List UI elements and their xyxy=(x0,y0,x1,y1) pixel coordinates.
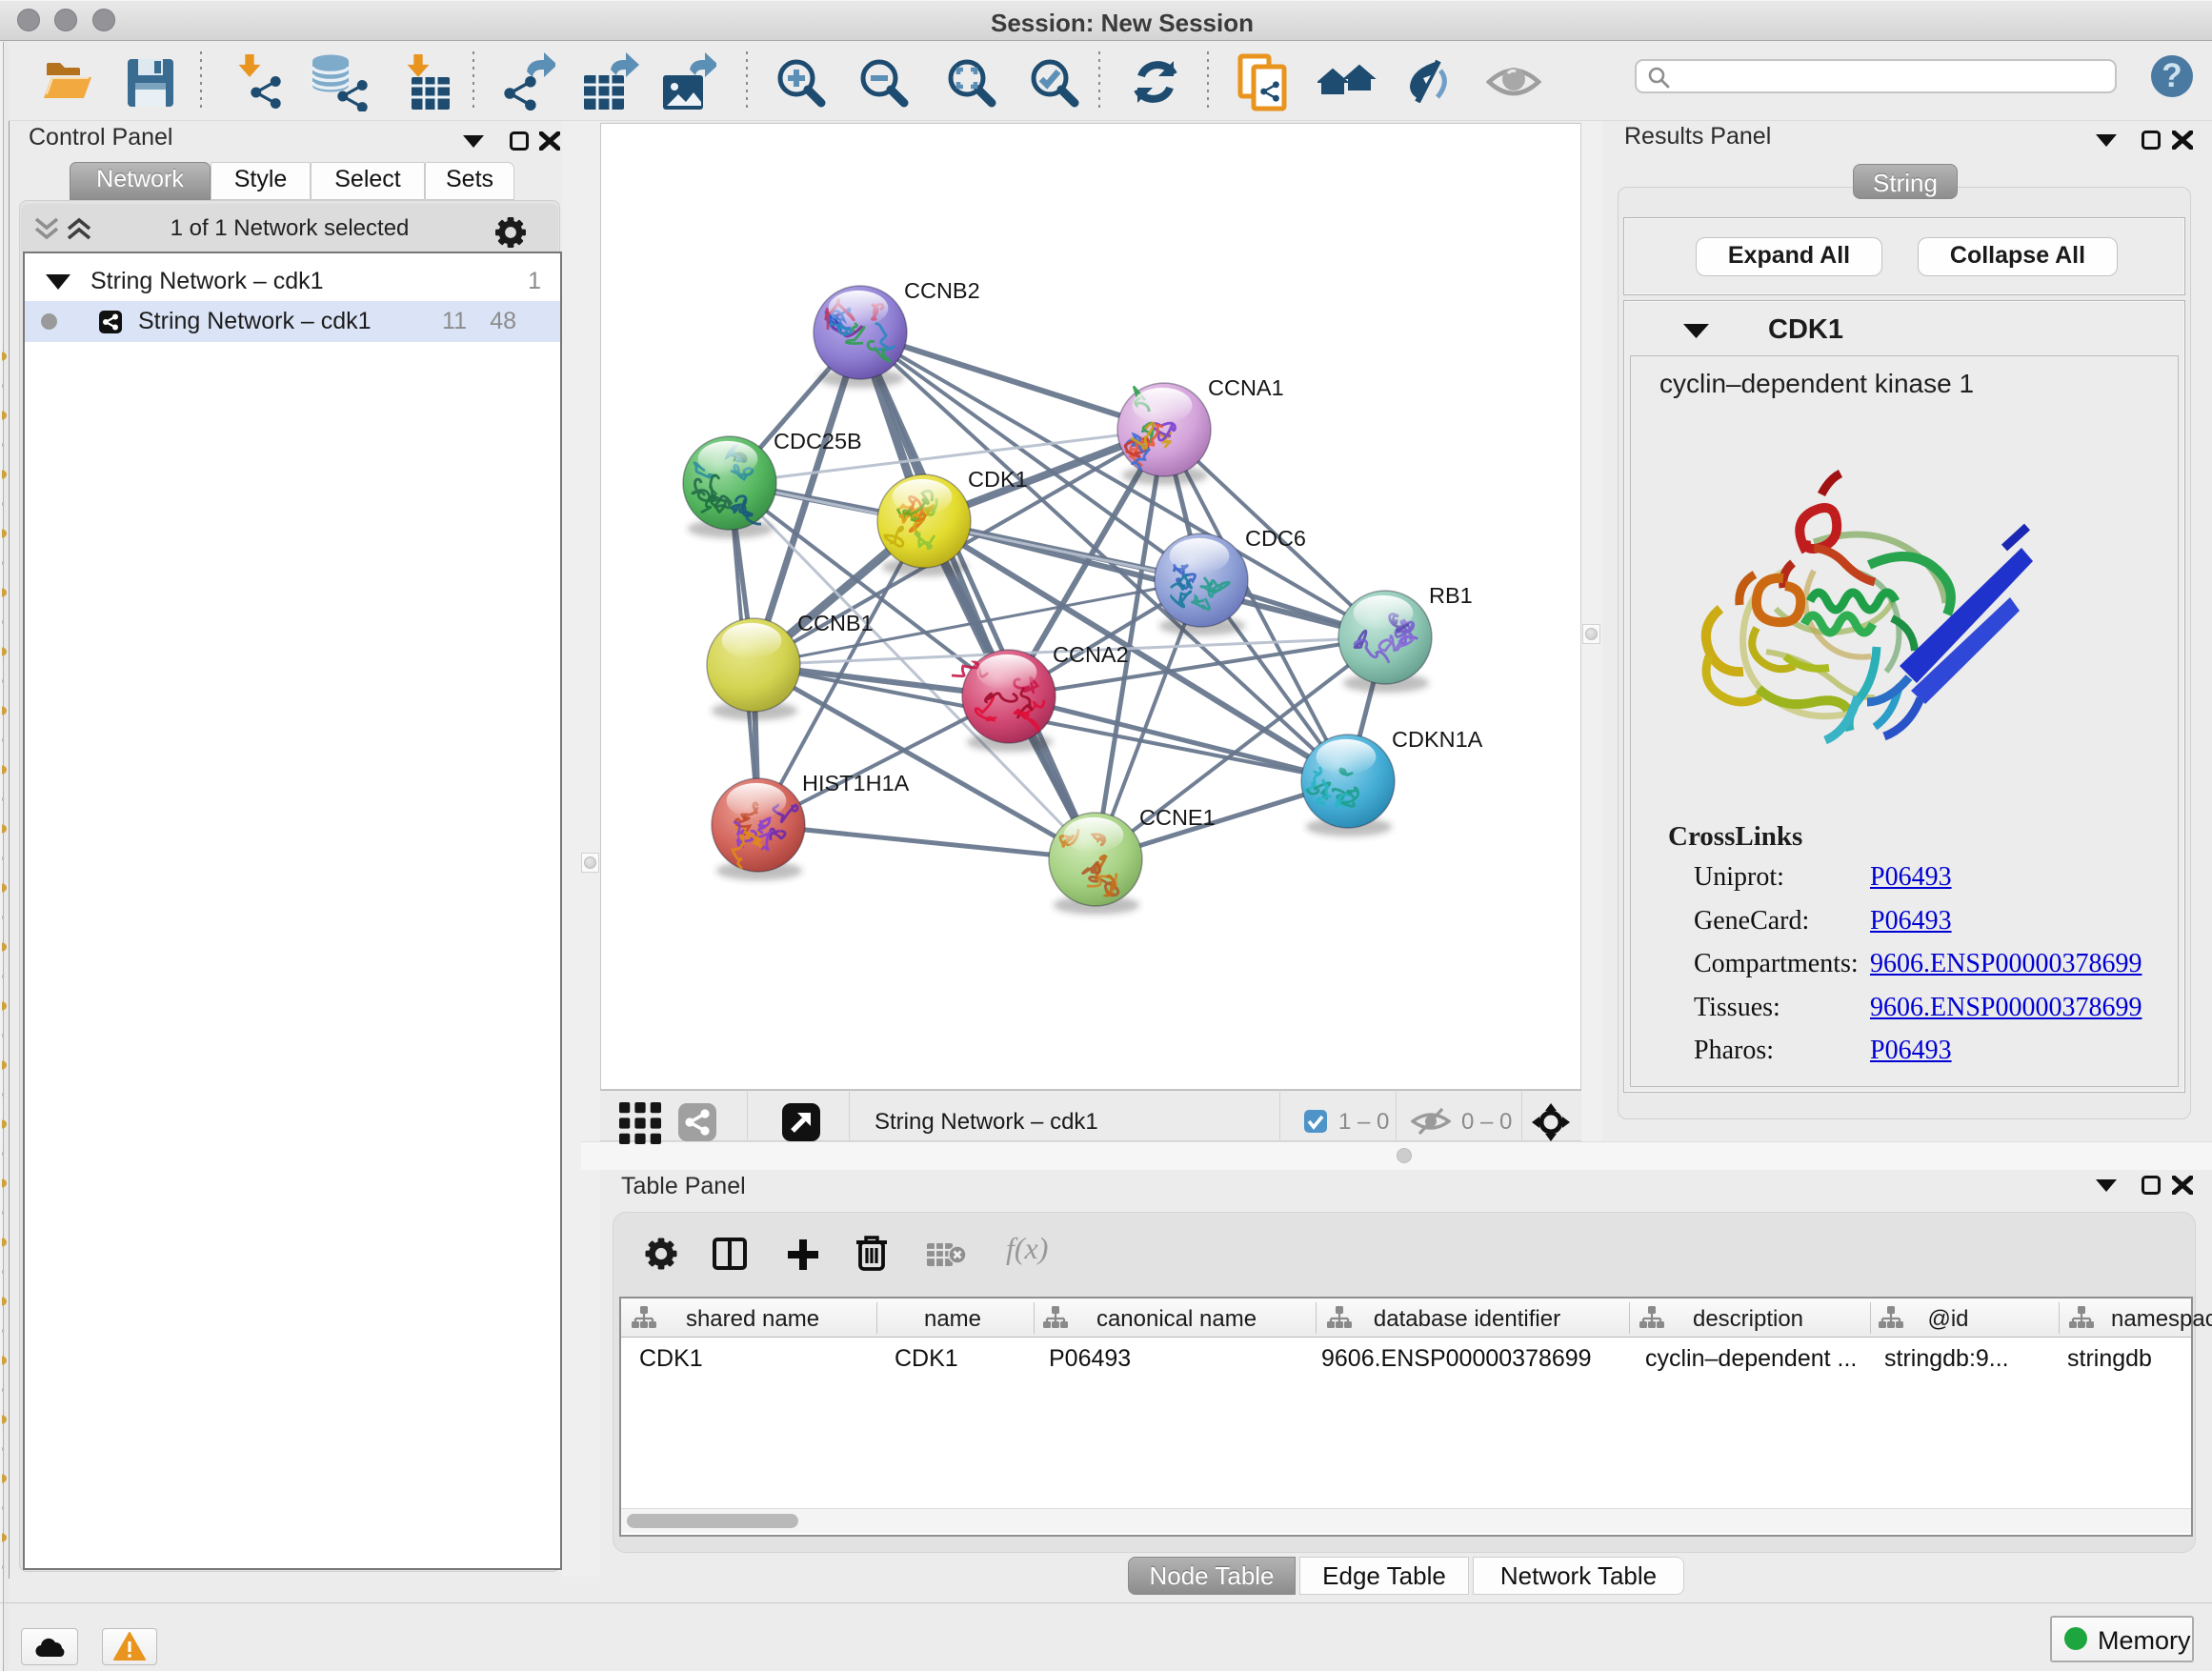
svg-text:HIST1H1A: HIST1H1A xyxy=(802,771,910,795)
svg-text:CDC25B: CDC25B xyxy=(774,429,862,453)
svg-text:CCNE1: CCNE1 xyxy=(1139,805,1216,830)
svg-text:CCNB1: CCNB1 xyxy=(797,611,874,635)
svg-text:CCNA2: CCNA2 xyxy=(1053,642,1129,667)
svg-text:CCNA1: CCNA1 xyxy=(1208,375,1284,400)
svg-text:CDC6: CDC6 xyxy=(1245,526,1306,551)
svg-text:CDKN1A: CDKN1A xyxy=(1392,727,1483,752)
svg-text:CDK1: CDK1 xyxy=(968,467,1028,492)
svg-text:CCNB2: CCNB2 xyxy=(904,278,980,303)
svg-text:RB1: RB1 xyxy=(1429,583,1473,608)
